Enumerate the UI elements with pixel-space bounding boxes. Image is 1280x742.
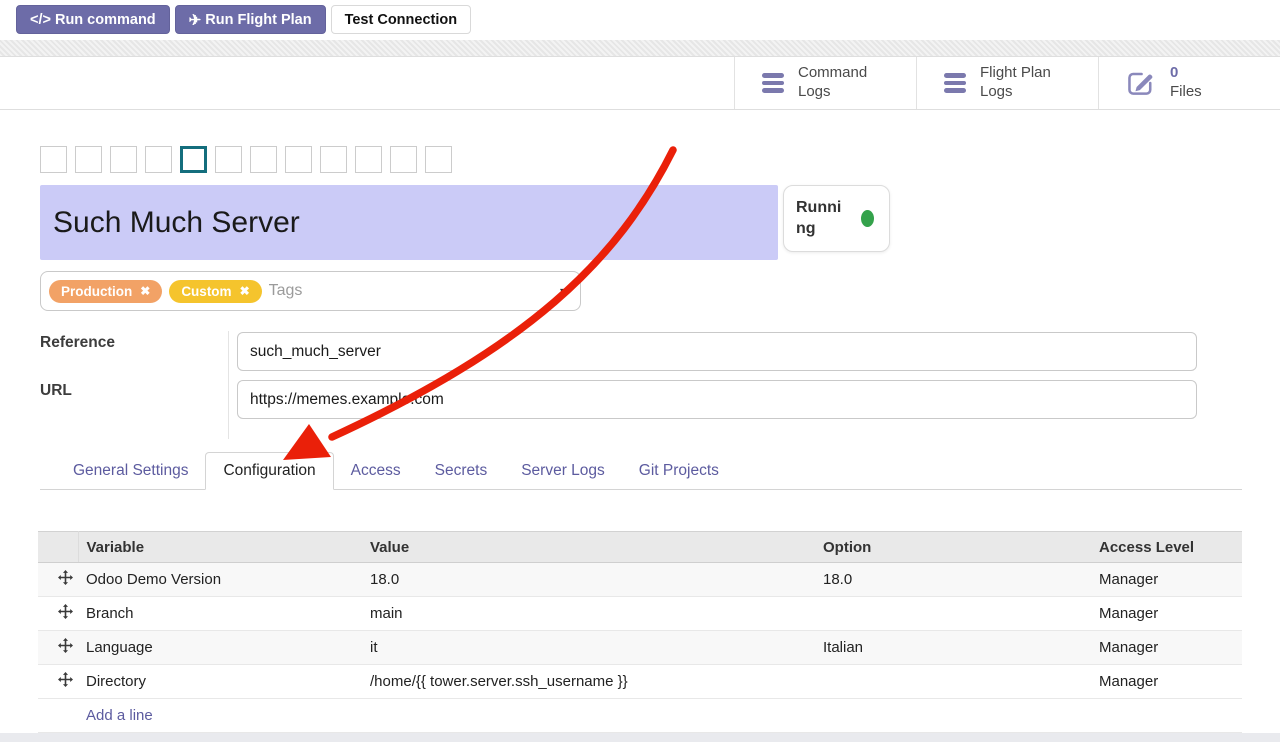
table-row: Directory /home/{{ tower.server.ssh_user… [38, 665, 1242, 699]
cell-option[interactable]: Italian [815, 631, 1091, 665]
plane-icon: ✈ [189, 11, 202, 29]
reference-input[interactable] [237, 332, 1197, 371]
table-row: Branch main Manager [38, 597, 1242, 631]
record-title[interactable]: Such Much Server [40, 185, 778, 260]
cell-variable[interactable]: Branch [78, 597, 362, 631]
color-picker [40, 146, 452, 173]
color-swatch-yellow[interactable] [145, 146, 172, 173]
color-swatch-none[interactable] [40, 146, 67, 173]
url-input[interactable] [237, 380, 1197, 419]
cell-option[interactable] [815, 597, 1091, 631]
cell-variable[interactable]: Directory [78, 665, 362, 699]
run-flight-plan-label: Run Flight Plan [205, 12, 311, 28]
cell-value[interactable]: it [362, 631, 815, 665]
tab-configuration[interactable]: Configuration [205, 452, 333, 490]
status-badge[interactable]: Running [783, 185, 890, 252]
reference-label: Reference [40, 334, 115, 352]
tab-git-projects[interactable]: Git Projects [622, 453, 736, 489]
list-icon [944, 73, 966, 93]
column-header-value: Value [362, 532, 815, 563]
cell-value[interactable]: main [362, 597, 815, 631]
flight-plan-logs-button[interactable]: Flight Plan Logs [916, 57, 1098, 109]
code-icon: </> [30, 12, 51, 28]
drag-handle-icon[interactable] [38, 665, 78, 699]
handle-column-header [38, 532, 78, 563]
cell-access-level[interactable]: Manager [1091, 597, 1242, 631]
chevron-down-icon[interactable]: ▾ [560, 284, 566, 298]
files-button[interactable]: 0 Files [1098, 57, 1280, 109]
run-command-button[interactable]: </> Run command [16, 5, 170, 34]
separator-band [0, 40, 1280, 57]
cell-access-level[interactable]: Manager [1091, 563, 1242, 597]
tags-input[interactable]: Production ✖ Custom ✖ Tags ▾ [40, 271, 581, 311]
status-label: Running [796, 198, 848, 240]
list-icon [762, 73, 784, 93]
tag-label: Custom [181, 284, 231, 299]
run-command-label: Run command [55, 12, 156, 28]
table-row: Language it Italian Manager [38, 631, 1242, 665]
tab-access[interactable]: Access [334, 453, 418, 489]
column-header-access-level: Access Level [1091, 532, 1242, 563]
color-swatch-darkpurple[interactable] [215, 146, 242, 173]
column-header-variable: Variable [78, 532, 362, 563]
files-label: Files [1170, 83, 1262, 102]
run-flight-plan-button[interactable]: ✈ Run Flight Plan [175, 5, 326, 34]
test-connection-label: Test Connection [345, 12, 458, 28]
drag-handle-icon[interactable] [38, 597, 78, 631]
test-connection-button[interactable]: Test Connection [331, 5, 472, 34]
field-separator [228, 331, 229, 439]
cell-value[interactable]: 18.0 [362, 563, 815, 597]
cell-access-level[interactable]: Manager [1091, 631, 1242, 665]
edit-icon [1126, 69, 1156, 97]
color-swatch-salmon[interactable] [250, 146, 277, 173]
remove-tag-icon[interactable]: ✖ [240, 285, 250, 297]
cell-variable[interactable]: Language [78, 631, 362, 665]
add-a-line-link[interactable]: Add a line [38, 699, 1242, 733]
tag-custom: Custom ✖ [169, 280, 261, 303]
toolbar: </> Run command ✈ Run Flight Plan Test C… [16, 5, 471, 34]
table-header-row: Variable Value Option Access Level [38, 532, 1242, 563]
tag-label: Production [61, 284, 132, 299]
color-swatch-magenta[interactable] [355, 146, 382, 173]
status-dot-icon [861, 210, 874, 227]
add-line-row: Add a line [38, 699, 1242, 733]
color-swatch-purple[interactable] [425, 146, 452, 173]
tags-placeholder: Tags [269, 282, 303, 300]
cell-option[interactable] [815, 665, 1091, 699]
drag-handle-icon[interactable] [38, 631, 78, 665]
cell-variable[interactable]: Odoo Demo Version [78, 563, 362, 597]
color-swatch-red[interactable] [75, 146, 102, 173]
tab-secrets[interactable]: Secrets [418, 453, 505, 489]
drag-handle-icon[interactable] [38, 563, 78, 597]
url-label: URL [40, 382, 72, 400]
command-logs-label: Command Logs [798, 64, 890, 102]
color-swatch-teal[interactable] [285, 146, 312, 173]
stats-header: Command Logs Flight Plan Logs 0 Files [0, 57, 1280, 110]
cell-value[interactable]: /home/{{ tower.server.ssh_username }} [362, 665, 815, 699]
configuration-table: Variable Value Option Access Level Odoo … [38, 531, 1242, 733]
flight-plan-logs-label: Flight Plan Logs [980, 64, 1072, 102]
tag-production: Production ✖ [49, 280, 162, 303]
remove-tag-icon[interactable]: ✖ [140, 285, 150, 297]
cell-option[interactable]: 18.0 [815, 563, 1091, 597]
color-swatch-navy[interactable] [320, 146, 347, 173]
tab-server-logs[interactable]: Server Logs [504, 453, 622, 489]
tab-general-settings[interactable]: General Settings [56, 453, 205, 489]
color-swatch-green[interactable] [390, 146, 417, 173]
bottom-band [0, 733, 1280, 742]
table-row: Odoo Demo Version 18.0 18.0 Manager [38, 563, 1242, 597]
page: </> Run command ✈ Run Flight Plan Test C… [0, 0, 1280, 742]
files-count: 0 [1170, 64, 1262, 83]
cell-access-level[interactable]: Manager [1091, 665, 1242, 699]
column-header-option: Option [815, 532, 1091, 563]
tab-bar: General Settings Configuration Access Se… [40, 452, 1242, 490]
command-logs-button[interactable]: Command Logs [734, 57, 916, 109]
color-swatch-orange[interactable] [110, 146, 137, 173]
color-swatch-lightblue-selected[interactable] [180, 146, 207, 173]
